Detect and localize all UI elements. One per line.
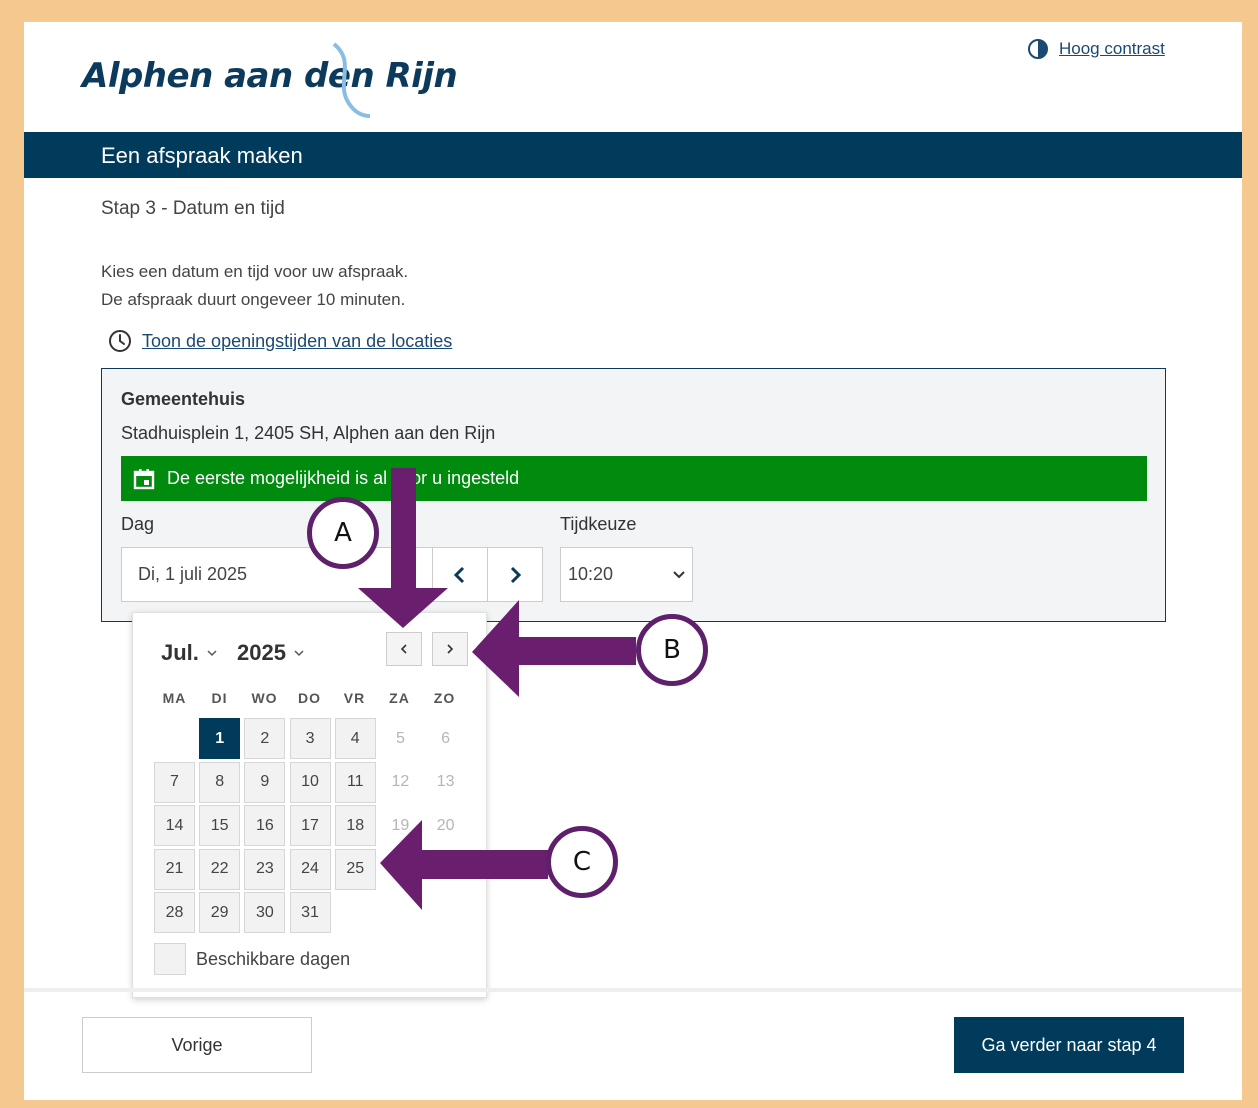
callout-b-label: B xyxy=(663,635,681,665)
callout-c: C xyxy=(546,826,618,898)
calendar-day-available[interactable]: 30 xyxy=(244,892,286,933)
calendar-day-available[interactable]: 25 xyxy=(334,848,376,890)
datepicker-popup: Jul. 2025 MA DI WO DO VR ZA ZO 1 2 3 4 5 6 7 8 9 10 11 12… xyxy=(132,612,487,998)
calendar-day-available[interactable]: 10 xyxy=(289,761,331,803)
footer-divider xyxy=(24,988,1242,992)
contrast-icon xyxy=(1028,39,1048,59)
calendar-icon xyxy=(133,468,155,489)
calendar-day-unavailable: 12 xyxy=(391,773,410,790)
next-step-button[interactable]: Ga verder naar stap 4 xyxy=(954,1017,1184,1073)
opening-hours-toggle[interactable]: Toon de openingstijden van de locaties xyxy=(108,329,452,353)
calendar-day-available[interactable]: 7 xyxy=(154,761,195,803)
chevron-left-icon xyxy=(453,566,465,583)
calendar-day-available[interactable]: 9 xyxy=(244,761,286,803)
calendar-week-row: 14 15 16 17 18 19 20 xyxy=(154,805,474,849)
calendar-day-available[interactable]: 31 xyxy=(289,892,331,933)
high-contrast-link[interactable]: Hoog contrast xyxy=(1059,39,1165,59)
page-frame: Alphen aan den Rijn Hoog contrast Een af… xyxy=(24,22,1242,1100)
time-label: Tijdkeuze xyxy=(560,514,637,534)
calendar-day-unavailable: 6 xyxy=(441,729,451,747)
previous-month-button[interactable] xyxy=(386,632,422,666)
weekday-label: MA xyxy=(162,690,187,706)
calendar-day-available[interactable]: 15 xyxy=(199,805,241,846)
weekday-label: DI xyxy=(211,690,228,706)
callout-a: A xyxy=(307,497,379,569)
year-value: 2025 xyxy=(237,640,286,665)
chevron-left-icon xyxy=(400,644,407,654)
calendar-day-available[interactable]: 21 xyxy=(154,848,195,890)
calendar-day-available[interactable]: 11 xyxy=(334,761,376,803)
calendar-day-available[interactable]: 8 xyxy=(199,761,241,803)
calendar-day-available[interactable]: 16 xyxy=(244,805,286,846)
weekday-label: ZA xyxy=(389,690,410,706)
weekday-label: VR xyxy=(343,690,366,706)
day-label: Dag xyxy=(121,514,155,534)
calendar-day-available[interactable]: 4 xyxy=(334,718,376,759)
logo[interactable]: Alphen aan den Rijn xyxy=(82,42,458,122)
calendar-day-available[interactable]: 17 xyxy=(289,805,331,846)
calendar-grid: 1 2 3 4 5 6 7 8 9 10 11 12 13 14 15 16 17 18 19 20 21 22 23 24 2… xyxy=(154,718,474,936)
calendar-week-row: 7 8 9 10 11 12 13 xyxy=(154,761,474,806)
calendar-day-available[interactable]: 3 xyxy=(289,718,331,759)
time-select-value: 10:20 xyxy=(568,564,614,584)
calendar-day-selected[interactable]: 1 xyxy=(199,718,241,759)
calendar-week-row: 1234 5 6 xyxy=(154,718,474,762)
calendar-legend: Beschikbare dagen xyxy=(154,943,350,975)
intro-text-line2: De afspraak duurt ongeveer 10 minuten. xyxy=(101,290,406,309)
day-input[interactable]: Di, 1 juli 2025 xyxy=(121,547,433,602)
calendar-day-available[interactable]: 22 xyxy=(199,848,241,890)
calendar-day-available[interactable]: 29 xyxy=(199,892,241,933)
chevron-right-icon xyxy=(510,566,522,583)
next-day-button[interactable] xyxy=(487,547,543,602)
callout-b: B xyxy=(636,614,708,686)
calendar-day-available[interactable]: 2 xyxy=(244,718,286,759)
callout-c-label: C xyxy=(572,847,592,877)
notice-text: De eerste mogelijkheid is al voor u inge… xyxy=(167,468,520,488)
legend-label: Beschikbare dagen xyxy=(196,948,351,969)
next-month-button[interactable] xyxy=(432,632,468,666)
calendar-week-row: 21 22 23 24 25 xyxy=(154,848,474,893)
location-address: Stadhuisplein 1, 2405 SH, Alphen aan den… xyxy=(121,423,496,443)
previous-button[interactable]: Vorige xyxy=(82,1017,312,1073)
chevron-down-icon xyxy=(294,650,304,657)
weekday-label: DO xyxy=(298,690,321,706)
page-title: Een afspraak maken xyxy=(101,143,303,168)
calendar-day-available[interactable]: 24 xyxy=(289,848,331,890)
year-select[interactable]: 2025 xyxy=(237,640,304,666)
weekday-header: MA DI WO DO VR ZA ZO xyxy=(152,690,472,706)
weekday-label: WO xyxy=(251,690,278,706)
calendar-day-available[interactable]: 23 xyxy=(244,848,286,890)
step-heading: Stap 3 - Datum en tijd xyxy=(101,198,285,219)
location-panel: Gemeentehuis Stadhuisplein 1, 2405 SH, A… xyxy=(101,368,1166,622)
month-value: Jul. xyxy=(161,640,199,665)
legend-swatch xyxy=(154,943,186,975)
page-title-bar: Een afspraak maken xyxy=(24,132,1242,178)
clock-icon xyxy=(109,330,131,352)
calendar-day-unavailable: 5 xyxy=(395,729,405,747)
calendar-day-unavailable: 20 xyxy=(436,816,455,834)
calendar-day-unavailable: 13 xyxy=(436,773,455,790)
calendar-day-available[interactable]: 28 xyxy=(154,892,195,933)
calendar-day-available[interactable]: 14 xyxy=(154,805,195,846)
month-select[interactable]: Jul. xyxy=(161,640,217,666)
time-select[interactable]: 10:20 xyxy=(560,547,693,602)
logo-text: Alphen aan den Rijn xyxy=(82,56,458,96)
calendar-day-unavailable: 19 xyxy=(391,816,410,834)
weekday-label: ZO xyxy=(433,690,456,706)
calendar-week-row: 28 29 30 31 xyxy=(154,892,474,936)
location-name: Gemeentehuis xyxy=(121,389,246,409)
intro-text-line1: Kies een datum en tijd voor uw afspraak. xyxy=(101,262,409,281)
callout-a-label: A xyxy=(334,518,352,548)
chevron-right-icon xyxy=(447,644,454,654)
chevron-down-icon xyxy=(673,570,685,578)
previous-day-button[interactable] xyxy=(432,547,488,602)
logo-wave-icon xyxy=(332,42,371,118)
high-contrast-toggle[interactable]: Hoog contrast xyxy=(1027,38,1165,60)
chevron-down-icon xyxy=(207,650,217,657)
calendar-day-available[interactable]: 18 xyxy=(334,805,376,846)
opening-hours-link[interactable]: Toon de openingstijden van de locaties xyxy=(142,331,452,352)
first-availability-notice: De eerste mogelijkheid is al voor u inge… xyxy=(121,456,1147,501)
